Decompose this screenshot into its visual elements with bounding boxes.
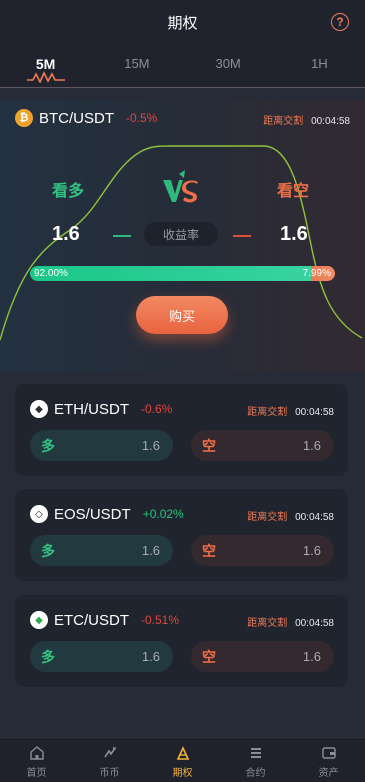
tab-label: 15M (124, 56, 150, 71)
down-dash (233, 235, 251, 237)
countdown-label: 距离交割 (263, 116, 304, 127)
nav-item-home[interactable]: 首页 (0, 738, 73, 782)
ratio-bar (30, 266, 335, 281)
price-change: -0.5% (126, 111, 158, 125)
yield-label: 收益率 (144, 222, 218, 246)
countdown-label: 距离交割 (247, 618, 288, 629)
nav-item-assets[interactable]: 资产 (292, 738, 365, 782)
long-label: 多 (41, 648, 55, 665)
period-tabs: 5M 15M 30M 1H (0, 44, 365, 88)
nav-label: 首页 (26, 768, 47, 779)
countdown-time: 00:04:58 (311, 116, 350, 127)
nav-item-contract[interactable]: 合约 (219, 738, 292, 782)
countdown: 距离交割 00:04:58 (247, 403, 334, 418)
price-change: -0.51% (141, 613, 180, 627)
active-tab-wave-icon (27, 71, 65, 83)
question-circle-icon[interactable]: ? (331, 13, 349, 31)
vs-icon (163, 170, 198, 203)
nav-label: 资产 (318, 768, 339, 779)
tab-label: 30M (215, 56, 241, 71)
short-button[interactable]: 空 1.6 (191, 430, 334, 461)
options-icon (176, 746, 189, 760)
up-label: 看多 (52, 183, 85, 200)
pair-row: ◆ ETH/USDT -0.6% (30, 400, 172, 418)
wallet-icon (321, 747, 336, 759)
down-rate: 1.6 (280, 223, 308, 245)
countdown-label: 距离交割 (247, 407, 288, 418)
countdown-time: 00:04:58 (295, 407, 334, 418)
up-rate: 1.6 (52, 223, 80, 245)
short-label: 空 (202, 542, 216, 559)
tab-15m[interactable]: 15M (91, 44, 182, 87)
long-button[interactable]: 多 1.6 (30, 641, 173, 672)
countdown-time: 00:04:58 (295, 512, 334, 523)
pair-name: ETH/USDT (54, 400, 129, 418)
buy-button[interactable]: 购买 (136, 296, 228, 334)
contract-icon (250, 748, 261, 758)
tab-5m[interactable]: 5M (0, 44, 91, 87)
long-label: 多 (41, 542, 55, 559)
countdown: 距离交割 00:04:58 (263, 112, 350, 127)
tab-30m[interactable]: 30M (183, 44, 274, 87)
nav-item-spot[interactable]: 币币 (73, 738, 146, 782)
tab-label: 1H (311, 56, 328, 71)
countdown-label: 距离交割 (247, 512, 288, 523)
exchange-icon (103, 747, 116, 758)
pair-name: EOS/USDT (54, 505, 131, 523)
up-ratio-text: 92.00% (34, 268, 68, 279)
pair-name: BTC/USDT (39, 109, 114, 127)
short-rate: 1.6 (302, 649, 321, 664)
price-change: -0.6% (141, 402, 173, 416)
long-button[interactable]: 多 1.6 (30, 430, 173, 461)
option-card-eos: ◇ EOS/USDT +0.02% 距离交割 00:04:58 多 1.6 空 … (15, 489, 348, 581)
long-rate: 1.6 (141, 649, 160, 664)
home-icon (29, 746, 44, 760)
countdown-time: 00:04:58 (295, 618, 334, 629)
app-header: 期权 ? (0, 0, 365, 44)
pair-row: ◇ EOS/USDT +0.02% (30, 505, 184, 523)
nav-label: 币币 (99, 768, 120, 779)
pair-row: ◆ ETC/USDT -0.51% (30, 611, 179, 629)
price-change: +0.02% (142, 507, 184, 521)
down-label: 看空 (277, 183, 310, 200)
long-button[interactable]: 多 1.6 (30, 535, 173, 566)
etc-icon: ◆ (30, 611, 48, 629)
long-rate: 1.6 (141, 543, 160, 558)
btc-icon: ₿ (15, 109, 33, 127)
long-label: 多 (41, 437, 55, 454)
tab-label: 5M (35, 56, 56, 72)
short-label: 空 (202, 437, 216, 454)
featured-pair-row: ₿ BTC/USDT -0.5% (15, 109, 157, 127)
pair-name: ETC/USDT (54, 611, 129, 629)
ratio-up-fill (30, 266, 311, 281)
nav-label: 期权 (172, 768, 193, 779)
tab-1h[interactable]: 1H (274, 44, 365, 87)
short-button[interactable]: 空 1.6 (191, 641, 334, 672)
down-ratio-text: 7.99% (302, 268, 331, 279)
long-rate: 1.6 (141, 438, 160, 453)
eos-icon: ◇ (30, 505, 48, 523)
bottom-nav: 首页 币币 期权 合约 资产 (0, 737, 365, 782)
short-rate: 1.6 (302, 543, 321, 558)
page-title: 期权 (167, 14, 198, 32)
countdown: 距离交割 00:04:58 (247, 508, 334, 523)
option-card-eth: ◆ ETH/USDT -0.6% 距离交割 00:04:58 多 1.6 空 1… (15, 384, 348, 476)
option-card-etc: ◆ ETC/USDT -0.51% 距离交割 00:04:58 多 1.6 空 … (15, 595, 348, 687)
short-button[interactable]: 空 1.6 (191, 535, 334, 566)
short-rate: 1.6 (302, 438, 321, 453)
up-dash (113, 235, 131, 237)
eth-icon: ◆ (30, 400, 48, 418)
nav-label: 合约 (245, 768, 266, 779)
countdown: 距离交割 00:04:58 (247, 614, 334, 629)
featured-option-card: ₿ BTC/USDT -0.5% 距离交割 00:04:58 看多 看空 1.6… (0, 100, 365, 372)
nav-item-options[interactable]: 期权 (146, 738, 219, 782)
short-label: 空 (202, 648, 216, 665)
